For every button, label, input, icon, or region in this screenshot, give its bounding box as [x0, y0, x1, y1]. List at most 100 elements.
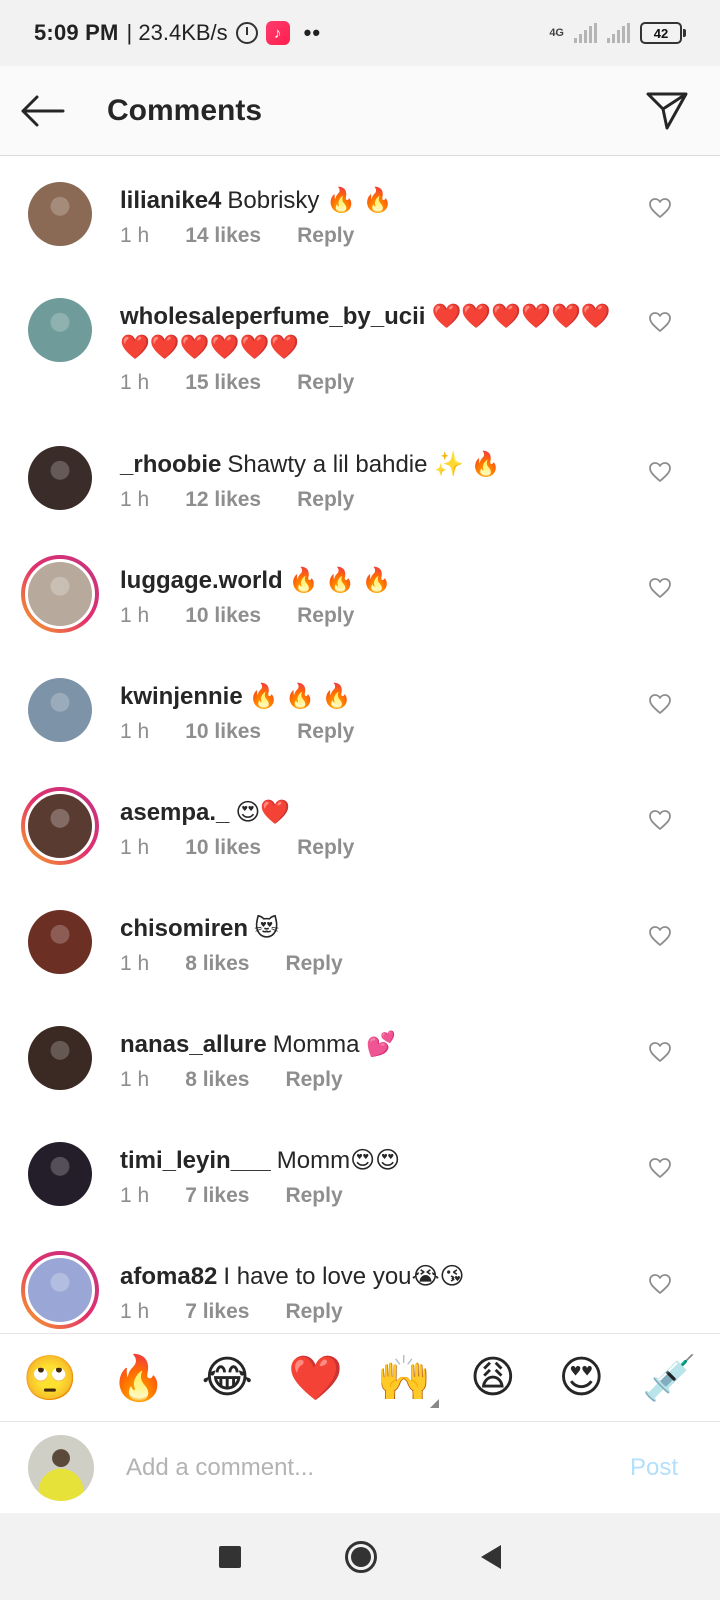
comment-meta: 1 h 8 likes Reply — [120, 1068, 720, 1092]
paper-plane-icon — [646, 92, 688, 129]
comment-likes[interactable]: 8 likes — [185, 952, 249, 976]
comment-username[interactable]: chisomiren — [120, 915, 248, 942]
comment-username[interactable]: luggage.world — [120, 567, 283, 594]
emoji-button[interactable]: 😩 — [458, 1352, 528, 1403]
reply-button[interactable]: Reply — [297, 836, 354, 860]
avatar-container[interactable] — [0, 787, 120, 865]
recent-apps-button[interactable] — [219, 1545, 241, 1568]
comment-meta: 1 h 15 likes Reply — [120, 371, 720, 395]
avatar[interactable] — [21, 555, 99, 633]
avatar[interactable] — [28, 1026, 92, 1090]
comment-body: _rhoobie Shawty a lil bahdie ✨ 🔥 1 h 12 lik… — [120, 446, 720, 512]
comment-username[interactable]: nanas_allure — [120, 1031, 267, 1058]
reply-button[interactable]: Reply — [285, 1184, 342, 1208]
reply-button[interactable]: Reply — [297, 371, 354, 395]
avatar[interactable] — [28, 910, 92, 974]
like-button[interactable] — [644, 1036, 676, 1068]
heart-outline-icon — [649, 694, 671, 714]
emoji-button[interactable]: 🔥 — [104, 1352, 174, 1404]
emoji-button[interactable]: 🙄 — [15, 1352, 85, 1404]
avatar[interactable] — [28, 446, 92, 510]
comment-message: 😍❤️ — [235, 799, 291, 826]
comment-username[interactable]: wholesaleperfume_by_ucii — [120, 303, 425, 330]
reply-button[interactable]: Reply — [285, 1068, 342, 1092]
comment-username[interactable]: _rhoobie — [120, 451, 221, 478]
avatar-container[interactable] — [0, 1251, 120, 1329]
avatar-container[interactable] — [0, 182, 120, 246]
comment-username[interactable]: asempa._ — [120, 799, 229, 826]
comment-time: 1 h — [120, 720, 150, 743]
comment-composer: Post — [0, 1421, 720, 1513]
comment-likes[interactable]: 12 likes — [185, 488, 261, 512]
avatar[interactable] — [21, 1251, 99, 1329]
comment-message: Momm😍😍 — [276, 1147, 401, 1174]
avatar-container[interactable] — [0, 555, 120, 633]
comment-username[interactable]: timi_leyin___ — [120, 1147, 271, 1174]
like-button[interactable] — [644, 804, 676, 836]
heart-outline-icon — [649, 462, 671, 482]
avatar[interactable] — [28, 298, 92, 362]
emoji-button[interactable]: 😂 — [192, 1352, 262, 1403]
emoji-button[interactable]: 💉 — [635, 1352, 705, 1404]
avatar-container[interactable] — [0, 1026, 120, 1090]
comment-likes[interactable]: 7 likes — [185, 1300, 249, 1324]
avatar-container[interactable] — [0, 910, 120, 974]
avatar[interactable] — [28, 182, 92, 246]
comment-body: wholesaleperfume_by_ucii ❤️❤️❤️❤️❤️❤️❤️❤️… — [120, 298, 720, 395]
comment-input[interactable] — [126, 1453, 630, 1482]
like-button[interactable] — [644, 1152, 676, 1184]
comment-likes[interactable]: 8 likes — [185, 1068, 249, 1092]
reply-button[interactable]: Reply — [297, 224, 354, 248]
share-button[interactable] — [622, 66, 712, 156]
avatar[interactable] — [21, 787, 99, 865]
comment-list[interactable]: lilianike4 Bobrisky 🔥 🔥 1 h 14 likes Reply wh… — [0, 156, 720, 1333]
comment-text: afoma82 I have to love you😭😘 — [120, 1261, 720, 1292]
heart-outline-icon — [649, 1042, 671, 1062]
comment-likes[interactable]: 10 likes — [185, 720, 261, 744]
like-button[interactable] — [644, 920, 676, 952]
avatar-container[interactable] — [0, 1142, 120, 1206]
avatar-container[interactable] — [0, 298, 120, 362]
comment-username[interactable]: lilianike4 — [120, 187, 221, 214]
reply-button[interactable]: Reply — [285, 952, 342, 976]
comment-body: luggage.world 🔥 🔥 🔥 1 h 10 likes Reply — [120, 562, 720, 628]
reply-button[interactable]: Reply — [297, 604, 354, 628]
comment-meta: 1 h 14 likes Reply — [120, 224, 720, 248]
comment-likes[interactable]: 15 likes — [185, 371, 261, 395]
signal-icon-2 — [607, 23, 630, 43]
comment-likes[interactable]: 10 likes — [185, 836, 261, 860]
like-button[interactable] — [644, 572, 676, 604]
comment-text: _rhoobie Shawty a lil bahdie ✨ 🔥 — [120, 449, 720, 480]
emoji-button[interactable]: 🙌 — [369, 1352, 440, 1408]
reply-button[interactable]: Reply — [285, 1300, 342, 1324]
comment-likes[interactable]: 7 likes — [185, 1184, 249, 1208]
battery-icon: 42 — [640, 22, 686, 44]
avatar-container[interactable] — [0, 678, 120, 742]
like-button[interactable] — [644, 306, 676, 338]
comment-likes[interactable]: 10 likes — [185, 604, 261, 628]
comment-username[interactable]: afoma82 — [120, 1263, 217, 1290]
comment-likes[interactable]: 14 likes — [185, 224, 261, 248]
avatar[interactable] — [28, 678, 92, 742]
comment-body: timi_leyin___ Momm😍😍 1 h 7 likes Reply — [120, 1142, 720, 1208]
emoji-button[interactable]: 😍 — [546, 1352, 616, 1403]
reply-button[interactable]: Reply — [297, 720, 354, 744]
post-button[interactable]: Post — [630, 1454, 678, 1482]
like-button[interactable] — [644, 1268, 676, 1300]
reply-button[interactable]: Reply — [297, 488, 354, 512]
like-button[interactable] — [644, 456, 676, 488]
comment-message: Momma 💕 — [272, 1031, 396, 1058]
emoji-button[interactable]: ❤️ — [281, 1352, 351, 1404]
avatar[interactable] — [28, 1142, 92, 1206]
back-button[interactable] — [0, 66, 87, 156]
system-back-button[interactable] — [481, 1544, 501, 1569]
like-button[interactable] — [644, 192, 676, 224]
home-button[interactable] — [345, 1540, 377, 1573]
network-type: 4G — [549, 26, 564, 39]
comment-body: afoma82 I have to love you😭😘 1 h 7 likes Rep… — [120, 1258, 720, 1324]
comment-row: afoma82 I have to love you😭😘 1 h 7 likes Rep… — [0, 1232, 720, 1333]
comment-username[interactable]: kwinjennie — [120, 683, 243, 710]
tiktok-icon: ♪ — [265, 21, 290, 45]
like-button[interactable] — [644, 688, 676, 720]
avatar-container[interactable] — [0, 446, 120, 510]
